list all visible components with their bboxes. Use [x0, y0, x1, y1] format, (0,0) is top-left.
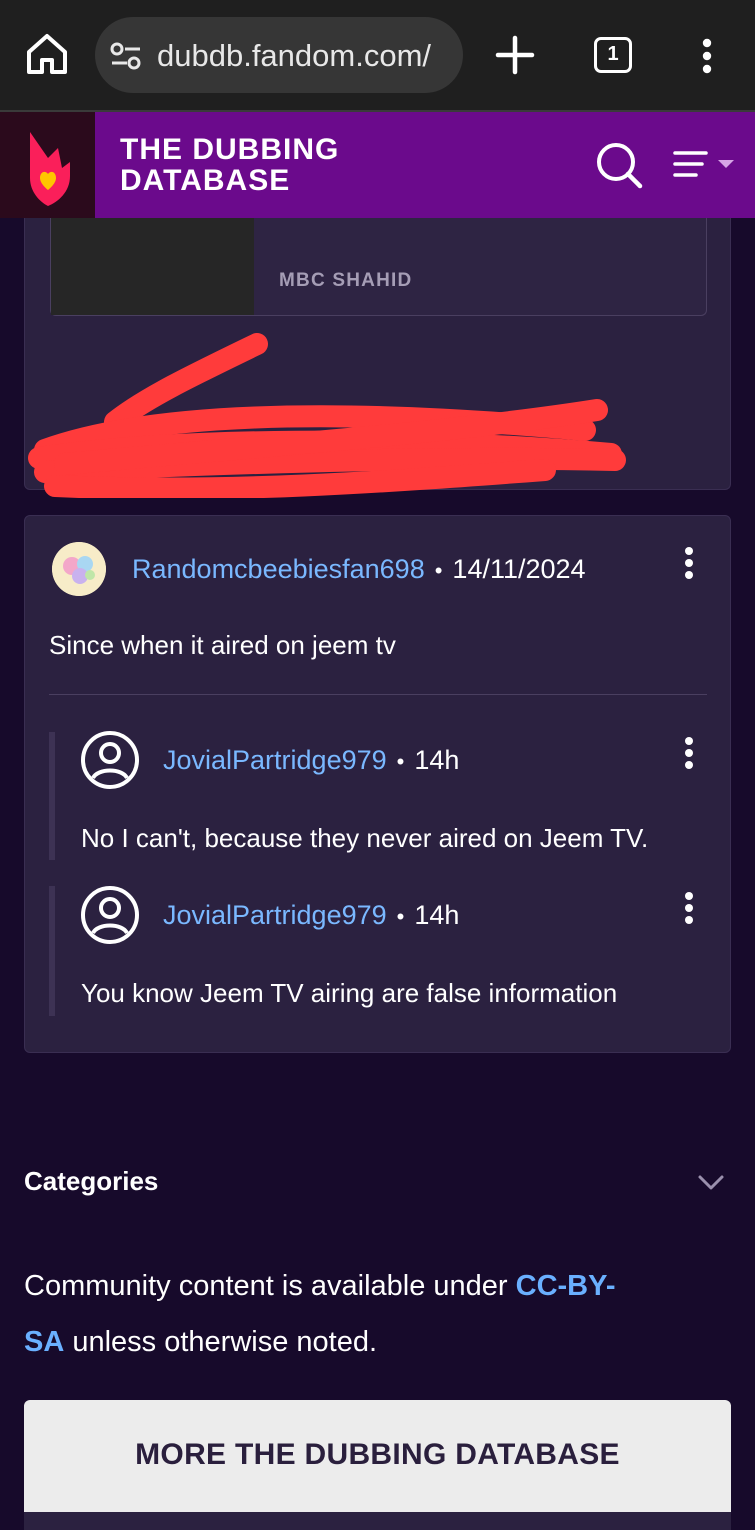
license-link-part2: SA: [24, 1326, 65, 1358]
site-title-line2: DATABASE: [120, 164, 291, 197]
reply-meta: JovialPartridge979 • 14h: [163, 898, 459, 934]
footer-strip: [24, 1512, 731, 1530]
browser-toolbar: dubdb.fandom.com/ 1: [0, 0, 755, 112]
categories-toggle[interactable]: Categories: [24, 1160, 731, 1206]
separator-dot: •: [434, 558, 443, 583]
site-title-line1: THE DUBBING: [120, 133, 340, 166]
address-bar[interactable]: dubdb.fandom.com/: [95, 17, 463, 93]
reply-body: No I can't, because they never aired on …: [81, 823, 649, 853]
default-avatar-icon[interactable]: [80, 730, 140, 790]
tab-count: 1: [607, 43, 619, 65]
reply-meta: JovialPartridge979 • 14h: [163, 743, 459, 779]
reply-options-icon[interactable]: [683, 891, 695, 927]
reply-author-link[interactable]: JovialPartridge979: [163, 745, 387, 775]
previous-comment-card: MBC SHAHID: [24, 218, 731, 498]
default-avatar-icon[interactable]: [80, 885, 140, 945]
comment-options-icon[interactable]: [683, 546, 695, 582]
comment-divider: [49, 694, 707, 695]
more-wiki-button[interactable]: MORE THE DUBBING DATABASE: [24, 1400, 731, 1512]
separator-dot: •: [396, 904, 405, 929]
categories-title: Categories: [24, 1166, 159, 1196]
home-icon[interactable]: [24, 30, 70, 76]
license-notice: Community content is available under CC-…: [24, 1258, 724, 1370]
reply-thread-line: [49, 886, 55, 1016]
linked-page-card[interactable]: MBC SHAHID: [50, 218, 707, 316]
comment-meta: Randomcbeebiesfan698 • 14/11/2024: [132, 552, 586, 588]
fandom-logo[interactable]: [0, 112, 95, 218]
search-icon[interactable]: [594, 140, 644, 190]
comment-body: Since when it aired on jeem tv: [49, 630, 396, 660]
reply-time: 14h: [414, 900, 460, 930]
menu-dropdown-icon[interactable]: [672, 148, 736, 182]
reply-thread-line: [49, 732, 55, 860]
fandom-flame-icon: [30, 132, 70, 206]
linked-page-thumbnail: [51, 218, 254, 315]
site-info-icon[interactable]: [110, 42, 142, 70]
reply-time: 14h: [414, 745, 460, 775]
site-header: THE DUBBING DATABASE: [0, 112, 755, 218]
site-title[interactable]: THE DUBBING DATABASE: [120, 134, 380, 196]
url-text[interactable]: dubdb.fandom.com/: [157, 36, 449, 76]
overflow-menu-icon[interactable]: [700, 38, 714, 74]
separator-dot: •: [396, 749, 405, 774]
chevron-down-icon: [698, 1175, 724, 1190]
license-suffix: unless otherwise noted.: [64, 1326, 378, 1358]
avatar[interactable]: [52, 542, 106, 596]
reply-options-icon[interactable]: [683, 736, 695, 772]
comment-card: Randomcbeebiesfan698 • 14/11/2024 Since wh…: [24, 515, 731, 1053]
reply-body: You know Jeem TV airing are false inform…: [81, 978, 618, 1008]
license-prefix: Community content is available under: [24, 1270, 516, 1302]
more-wiki-label: MORE THE DUBBING DATABASE: [135, 1438, 620, 1471]
comment-author-link[interactable]: Randomcbeebiesfan698: [132, 554, 425, 584]
tab-switcher-icon[interactable]: 1: [594, 37, 632, 73]
user-avatar-icon: [52, 542, 106, 596]
comment-date: 14/11/2024: [452, 554, 586, 584]
channel-label: MBC SHAHID: [279, 270, 413, 291]
reply-author-link[interactable]: JovialPartridge979: [163, 900, 387, 930]
license-link-part1: CC-BY-: [515, 1270, 616, 1302]
red-scribble-redaction: [28, 333, 626, 498]
new-tab-icon[interactable]: [494, 34, 536, 76]
